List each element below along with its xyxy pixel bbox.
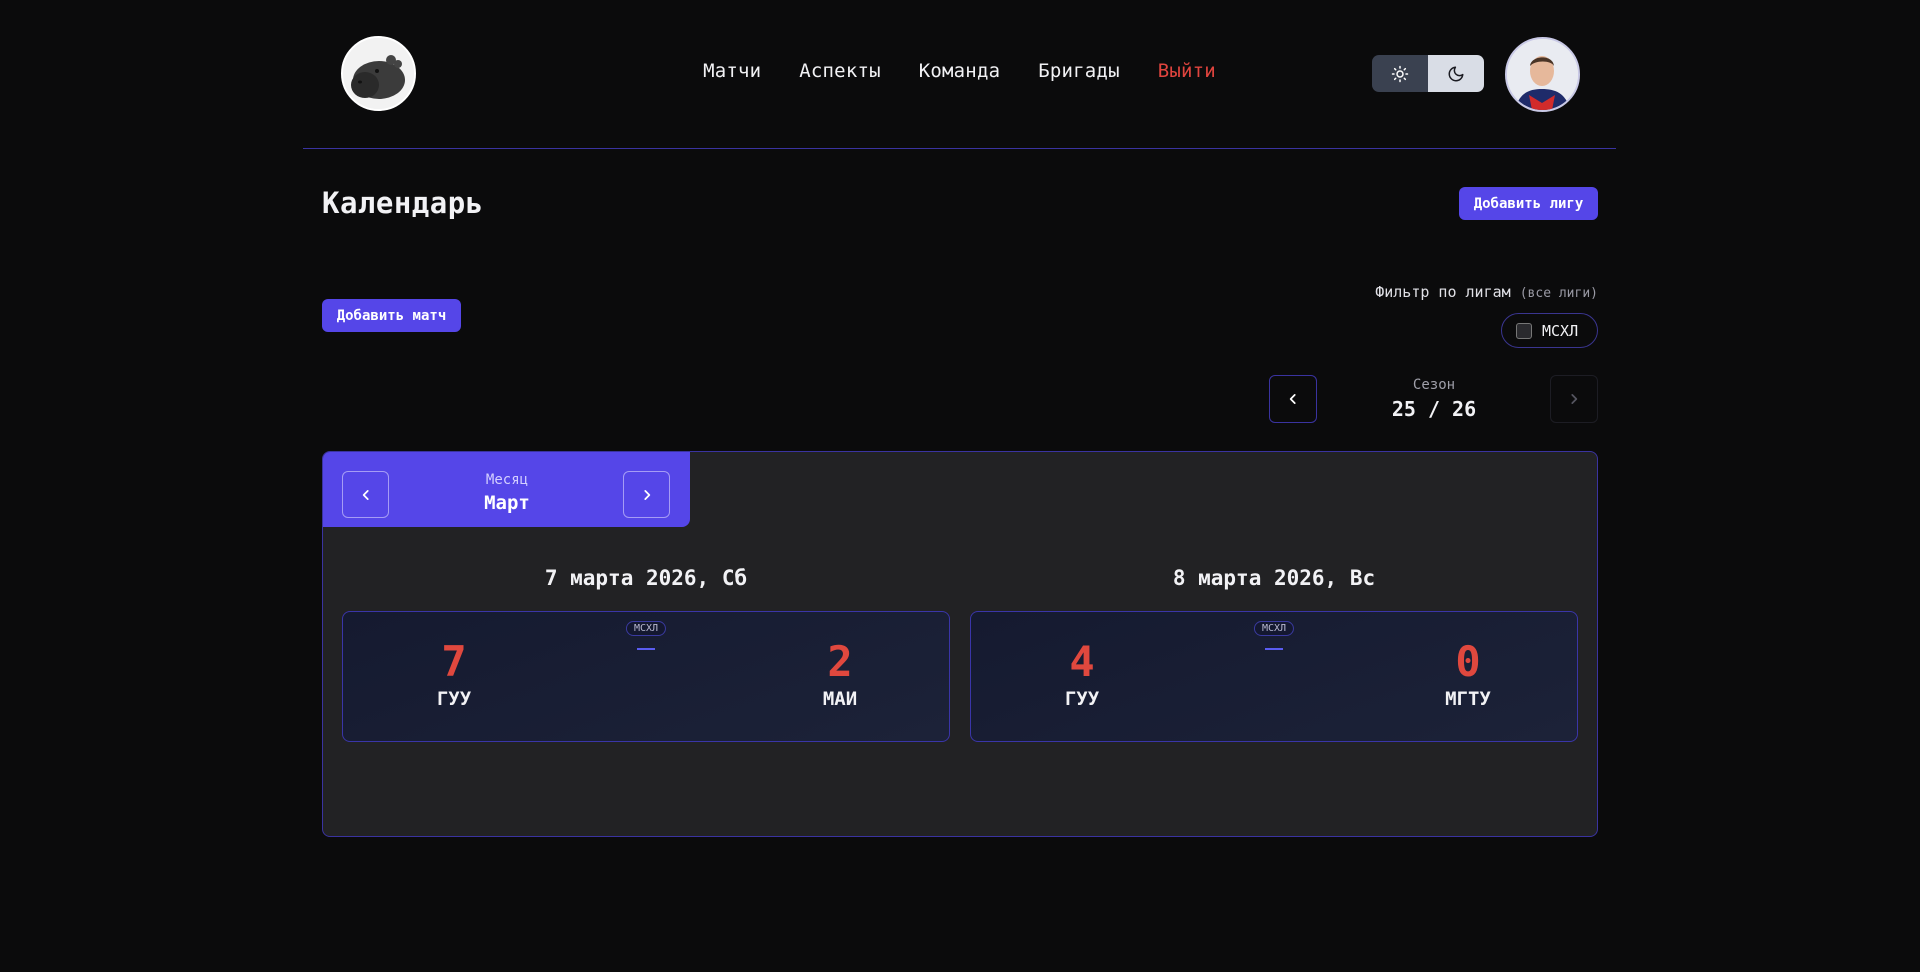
away-team: МГТУ — [1445, 688, 1491, 710]
league-badge: МСХЛ — [1253, 621, 1295, 636]
nav-item-matches[interactable]: Матчи — [703, 60, 761, 88]
away-score: 0 — [1455, 637, 1481, 686]
day-title: 8 марта 2026, Вс — [1172, 566, 1376, 590]
theme-dark-button[interactable] — [1428, 55, 1484, 92]
sun-icon — [1391, 65, 1409, 82]
top-header: Матчи Аспекты Команда Бригады Выйти — [303, 0, 1616, 149]
page-title: Календарь — [322, 186, 484, 220]
nav-item-logout[interactable]: Выйти — [1158, 60, 1216, 88]
filter-hint: (все лиги) — [1519, 286, 1598, 301]
calendar-panel: Месяц Март 7 марта 2026, Сб МСХЛ 7 ГУУ 2… — [322, 451, 1598, 837]
theme-light-button[interactable] — [1372, 55, 1428, 92]
filter-label-text: Фильтр по лигам — [1375, 283, 1511, 301]
season-prev-button[interactable] — [1269, 375, 1317, 423]
nav-item-aspects[interactable]: Аспекты — [799, 60, 880, 88]
league-badge: МСХЛ — [625, 621, 667, 636]
month-value: Март — [484, 492, 530, 514]
month-next-button[interactable] — [623, 471, 670, 518]
chevron-right-icon — [643, 489, 650, 500]
season-value: 25 / 26 — [1391, 397, 1477, 421]
user-avatar[interactable] — [1505, 37, 1580, 112]
season-caption: Сезон — [1412, 377, 1456, 393]
nav-item-team[interactable]: Команда — [919, 60, 1000, 88]
away-team: МАИ — [822, 688, 858, 710]
league-filter-chip[interactable]: МСХЛ — [1501, 313, 1598, 348]
month-prev-button[interactable] — [342, 471, 389, 518]
league-checkbox[interactable] — [1516, 322, 1532, 339]
home-score: 4 — [1069, 637, 1095, 686]
score-separator — [1265, 648, 1283, 650]
theme-toggle — [1372, 55, 1484, 92]
chevron-right-icon — [1571, 394, 1578, 404]
score-separator — [637, 648, 655, 650]
nav-item-brigades[interactable]: Бригады — [1038, 60, 1119, 88]
home-team: ГУУ — [436, 688, 472, 710]
add-match-button[interactable]: Добавить матч — [322, 299, 461, 332]
home-score: 7 — [441, 637, 467, 686]
league-filter-label: Фильтр по лигам (все лиги) — [1375, 283, 1598, 301]
home-team: ГУУ — [1064, 688, 1100, 710]
month-caption: Месяц — [485, 472, 529, 488]
match-card[interactable]: МСХЛ 4 ГУУ 0 МГТУ — [970, 611, 1578, 742]
chevron-left-icon — [362, 489, 369, 500]
add-league-button[interactable]: Добавить лигу — [1459, 187, 1598, 220]
moon-icon — [1448, 66, 1464, 81]
league-chip-label: МСХЛ — [1542, 321, 1579, 340]
day-title: 7 марта 2026, Сб — [544, 566, 748, 590]
match-card[interactable]: МСХЛ 7 ГУУ 2 МАИ — [342, 611, 950, 742]
month-selector: Месяц Март — [323, 452, 690, 527]
away-score: 2 — [827, 637, 853, 686]
season-next-button[interactable] — [1550, 375, 1598, 423]
chevron-left-icon — [1289, 394, 1296, 404]
